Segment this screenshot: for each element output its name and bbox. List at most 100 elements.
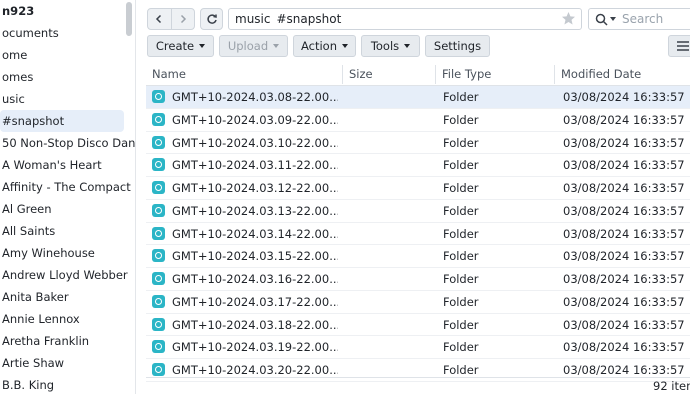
column-header-name[interactable]: Name [146,63,342,86]
cell-name: GMT+10-2024.03.16-22.00.... [172,272,338,286]
sidebar-item-label: Aretha Franklin [2,334,90,348]
back-button[interactable] [148,9,171,29]
action-button[interactable]: Action [293,35,356,57]
table-row[interactable]: GMT+10-2024.03.18-22.00.... Folder 03/08/2… [146,314,690,337]
table-row[interactable]: GMT+10-2024.03.09-22.00.... Folder 03/08/2… [146,109,690,132]
sidebar-item-label: Anita Baker [2,290,69,304]
sidebar-tree: n923 ocuments ome omes usic #snapshot 50 Non-S… [0,0,136,394]
search-input[interactable]: Search [588,8,690,30]
table-row[interactable]: GMT+10-2024.03.10-22.00.... Folder 03/08/2… [146,132,690,155]
cell-modified: 03/08/2024 16:33:57 [563,112,685,127]
table-row[interactable]: GMT+10-2024.03.17-22.00.... Folder 03/08/2… [146,291,690,314]
sidebar-item-label: ome [2,48,28,62]
table-row[interactable]: GMT+10-2024.03.11-22.00.... Folder 03/08/2… [146,154,690,177]
sidebar-item[interactable]: Andrew Lloyd Webber [0,264,128,286]
shared-folder-icon [152,317,165,331]
shared-folder-icon [152,112,165,126]
cell-type: Folder [443,203,479,218]
sidebar-item[interactable]: ome [0,44,27,66]
table-row[interactable]: GMT+10-2024.03.19-22.00.... Folder 03/08/2… [146,336,690,359]
settings-button[interactable]: Settings [425,35,490,57]
sidebar-item-label: 50 Non-Stop Disco Danc [2,136,136,150]
sidebar-item-label: ocuments [2,26,59,40]
column-header-type[interactable]: File Type [436,63,554,86]
path-bar[interactable]: music #snapshot [228,8,582,30]
table-row[interactable]: GMT+10-2024.03.08-22.00.... Folder 03/08/2… [146,86,690,109]
cell-name: GMT+10-2024.03.08-22.00.... [172,90,338,104]
view-menu-button[interactable] [668,35,690,57]
sidebar-item[interactable]: omes [0,66,33,88]
sidebar-item[interactable]: B.B. King [0,374,54,394]
shared-folder-icon [152,181,165,194]
forward-button[interactable] [170,9,194,29]
shared-folder-icon [152,272,165,285]
sidebar-item-label: A Woman's Heart [2,158,102,172]
caret-down-icon [342,44,349,48]
create-button[interactable]: Create [147,35,214,57]
cell-modified: 03/08/2024 16:33:57 [563,158,685,173]
sidebar-item-label: Annie Lennox [2,312,80,326]
upload-button[interactable]: Upload [219,35,288,57]
refresh-button[interactable] [200,8,223,30]
search-placeholder: Search [622,12,664,26]
sidebar-item[interactable]: Al Green [0,198,52,220]
cell-name: GMT+10-2024.03.17-22.00.... [172,294,338,309]
column-header-modified[interactable]: Modified Date [555,63,690,86]
sidebar-item[interactable]: #snapshot [0,110,124,132]
table-row[interactable]: GMT+10-2024.03.12-22.00.... Folder 03/08/2… [146,177,690,200]
sidebar-item[interactable]: A Woman's Heart [0,154,102,176]
cell-size [349,245,435,267]
sidebar-item[interactable]: usic [0,88,25,110]
sidebar-item[interactable]: All Saints [0,220,55,242]
cell-type: Folder [443,135,479,150]
sidebar-item-label: B.B. King [2,378,55,392]
column-header-size[interactable]: Size [343,63,435,86]
sidebar-item[interactable]: ocuments [0,22,59,44]
cell-type: Folder [443,181,479,195]
table-row[interactable]: GMT+10-2024.03.20-22.00.... Folder 03/08/2… [146,359,690,382]
cell-size [349,177,435,199]
tools-button[interactable]: Tools [361,35,420,57]
cell-modified: 03/08/2024 16:33:57 [563,226,685,241]
sidebar-item[interactable]: 50 Non-Stop Disco Danc [0,132,136,154]
sidebar-item[interactable]: Amy Winehouse [0,242,95,264]
cell-size [349,336,435,358]
table-row[interactable]: GMT+10-2024.03.15-22.00.... Folder 03/08/2… [146,245,690,268]
cell-name: GMT+10-2024.03.19-22.00.... [172,340,338,355]
sidebar-item[interactable]: Annie Lennox [0,308,80,330]
chevron-right-icon [180,14,187,24]
cell-size [349,86,435,108]
shared-folder-icon [152,203,165,217]
cell-name: GMT+10-2024.03.11-22.00.... [172,158,338,173]
cell-type: Folder [443,90,479,104]
tools-label: Tools [370,39,400,53]
caret-down-icon [199,44,206,48]
cell-type: Folder [443,158,479,173]
cell-size [349,268,435,290]
cell-type: Folder [443,317,479,332]
cell-type: Folder [443,112,479,127]
path-segment-current[interactable]: #snapshot [276,12,341,26]
sidebar-item[interactable]: Aretha Franklin [0,330,89,352]
cell-modified: 03/08/2024 16:33:57 [563,203,685,218]
sidebar-scrollbar[interactable] [126,2,132,36]
sidebar-item[interactable]: Artie Shaw [0,352,64,374]
cell-type: Folder [443,249,479,264]
table-row[interactable]: GMT+10-2024.03.14-22.00.... Folder 03/08/2… [146,223,690,246]
cell-modified: 03/08/2024 16:33:57 [563,249,685,264]
chevron-left-icon [156,14,162,24]
shared-folder-icon [152,294,165,308]
sidebar-item[interactable]: Anita Baker [0,286,69,308]
create-label: Create [155,39,195,53]
cell-modified: 03/08/2024 16:33:57 [563,135,685,150]
table-row[interactable]: GMT+10-2024.03.13-22.00.... Folder 03/08/2… [146,200,690,223]
sidebar-item-label: Amy Winehouse [2,246,95,260]
cell-size [349,223,435,245]
star-icon[interactable] [561,11,576,26]
sidebar-item[interactable]: n923 [0,0,34,22]
table-row[interactable]: GMT+10-2024.03.16-22.00.... Folder 03/08/2… [146,268,690,291]
sidebar-item[interactable]: Affinity - The Compact S [0,176,135,198]
path-segment-root[interactable]: music [235,12,270,26]
shared-folder-icon [152,158,165,172]
cell-name: GMT+10-2024.03.13-22.00.... [172,203,338,218]
